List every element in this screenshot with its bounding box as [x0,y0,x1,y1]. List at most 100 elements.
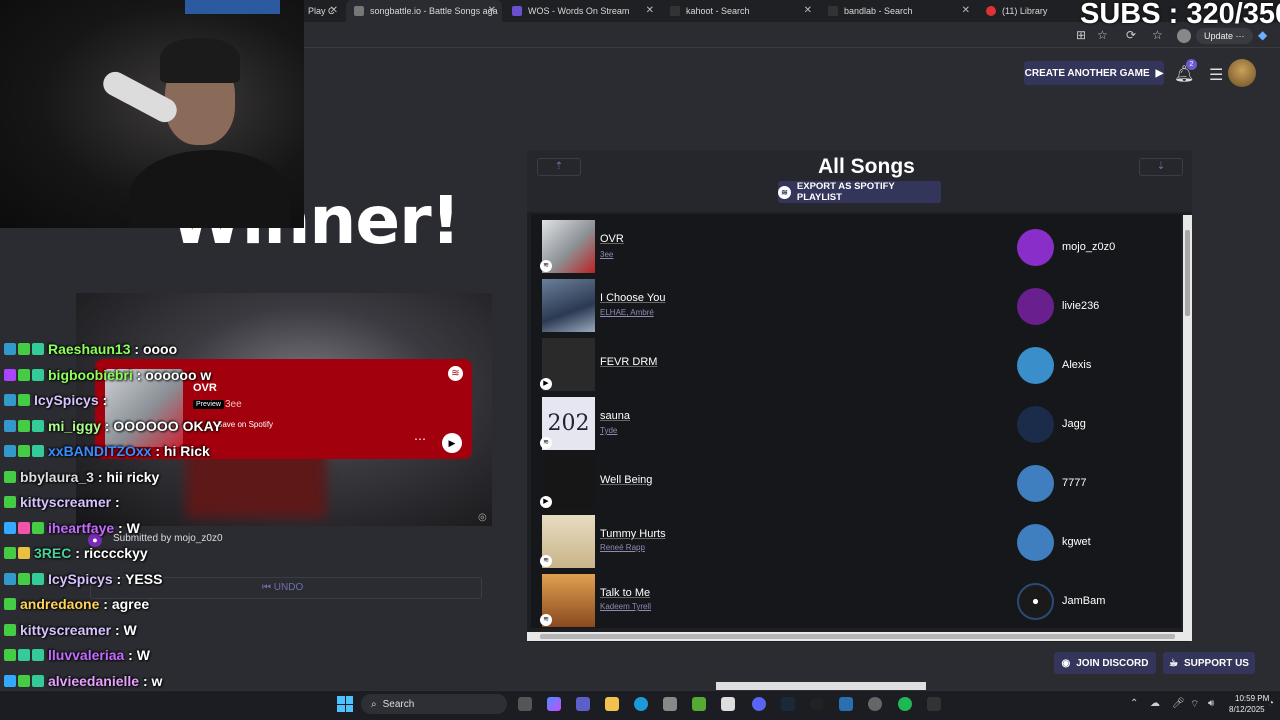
wos-favicon-icon [512,6,522,16]
close-icon[interactable]: ✕ [804,5,812,16]
teams-icon[interactable] [576,697,590,711]
store-icon[interactable] [663,697,677,711]
chat-badges [4,496,16,508]
tab-kahoot[interactable]: kahoot - Search ✕ [662,0,818,22]
discord-icon[interactable] [752,697,766,711]
song-artist[interactable]: Kadeem Tyrell [600,602,651,611]
spotify-icon[interactable] [898,697,912,711]
song-artist[interactable]: Reneé Rapp [600,543,645,552]
minecraft-icon[interactable] [692,697,706,711]
tab-songbattle[interactable]: songbattle.io - Battle Songs aga ✕ [346,0,502,22]
volume-icon[interactable]: 🔊︎ [1208,698,1214,709]
hide-video-icon[interactable]: ◎ [478,512,487,523]
undo-label: ⏮ UNDO [262,582,304,593]
support-us-button[interactable]: ☕︎ SUPPORT US [1163,652,1255,674]
badge-icon [18,419,30,432]
song-row[interactable]: ≋ OVR 3ee mojo_z0z0 [531,214,1181,273]
more-options-icon[interactable]: ⋯ [414,432,426,446]
chevron-up-icon[interactable]: ⌃ [1130,698,1138,709]
settings-icon[interactable] [868,697,882,711]
submitter-name: JamBam [1062,595,1106,607]
user-avatar[interactable] [1228,59,1256,87]
steam-icon[interactable] [781,697,795,711]
copilot-icon[interactable] [547,697,561,711]
chat-username: andredaone [20,596,100,612]
song-artist[interactable]: Tyde [600,426,617,435]
badge-icon [4,368,16,381]
song-artist[interactable]: ELHAE, Ambré [600,308,654,317]
windows-start-icon[interactable] [337,696,353,712]
chat-message: xxBANDITZOxx : hi Rick [4,441,210,461]
chat-message: IcySpicys : [4,390,111,410]
chat-message: iheartfaye : W [4,518,140,538]
join-discord-button[interactable]: ◉ JOIN DISCORD [1054,652,1156,674]
close-icon[interactable]: ✕ [330,5,338,16]
song-name[interactable]: OVR [600,233,624,245]
chat-badges [4,598,16,610]
profile-avatar[interactable] [1177,29,1191,43]
save-on-spotify-link[interactable]: Save on Spotify [217,420,273,429]
headphones-avatar [1017,347,1054,384]
taskbar-search[interactable]: ⌕ Search [361,694,507,714]
app-icon[interactable] [839,697,853,711]
song-row[interactable]: ≋ Tummy Hurts Reneé Rapp kgwet [531,509,1181,568]
spotify-icon[interactable]: ≋ [448,366,463,381]
song-row[interactable]: ▶ Well Being 7777 [531,450,1181,509]
song-name[interactable]: Tummy Hurts [600,528,666,540]
obs-icon[interactable] [810,697,824,711]
close-icon[interactable]: ✕ [962,5,970,16]
songs-list[interactable]: ≋ OVR 3ee mojo_z0z0 ≋ I Choose You ELHAE… [531,214,1181,628]
microphone-icon[interactable]: 🎤︎ [1172,698,1185,709]
song-name[interactable]: Talk to Me [600,587,650,599]
song-name[interactable]: FEVR DRM [600,356,657,368]
edge-icon[interactable] [634,697,648,711]
chat-message: alvieedanielle : w [4,671,162,691]
tab-wos[interactable]: WOS - Words On Stream ✕ [504,0,660,22]
sort-desc-button[interactable]: ⇣ [1139,158,1183,176]
chat-separator: : [111,494,124,510]
song-row[interactable]: 202 ≋ sauna Tyde Jagg [531,391,1181,450]
file-explorer-icon[interactable] [605,697,619,711]
badge-icon [32,343,44,355]
song-name[interactable]: Well Being [600,474,652,486]
chat-separator: : [111,621,124,638]
play-button[interactable]: ▶ [442,433,462,453]
badge-icon [4,445,16,457]
tab-play[interactable]: Play C ✕ [300,0,344,22]
chat-separator: : [100,417,114,434]
photos-icon[interactable] [721,697,735,711]
songs-horizontal-thumb[interactable] [540,634,1175,639]
song-name[interactable]: I Choose You [600,292,665,304]
support-label: SUPPORT US [1183,657,1249,669]
cloud-icon[interactable]: ☁︎ [1150,698,1160,709]
song-name[interactable]: sauna [600,410,630,422]
tab-library[interactable]: (11) Library [978,0,1078,22]
create-another-game-button[interactable]: CREATE ANOTHER GAME ▶ [1024,61,1164,85]
keyboard-avatar [1017,465,1054,502]
clock-date[interactable]: 8/12/2025 [1229,705,1265,714]
chat-badges [4,649,44,661]
badge-icon [18,547,30,559]
embed-artist[interactable]: 3ee [225,399,242,410]
song-row[interactable]: ≋ Talk to Me Kadeem Tyrell JamBam [531,568,1181,627]
close-icon[interactable]: ✕ [488,5,496,16]
sort-asc-button[interactable]: ⇡ [537,158,581,176]
network-icon[interactable]: ⌔ [1190,698,1199,711]
clock-time[interactable]: 10:59 PM [1235,694,1269,703]
4k-app-icon[interactable] [927,697,941,711]
tab-bandlab[interactable]: bandlab - Search ✕ [820,0,976,22]
song-row[interactable]: ≋ I Choose You ELHAE, Ambré livie236 [531,273,1181,390]
badge-icon [18,394,30,406]
task-view-icon[interactable] [518,697,532,711]
chat-username: IcySpicys [48,570,113,587]
search-favicon-icon [670,6,680,16]
chat-text: YESS [125,570,163,587]
close-icon[interactable]: ✕ [646,5,654,16]
notification-bell-icon[interactable]: ◔ [1268,698,1274,709]
search-favicon-icon [828,6,838,16]
song-artist[interactable]: 3ee [600,250,613,259]
songs-scroll-thumb[interactable] [1185,230,1190,316]
song-row[interactable]: ▶ FEVR DRM Alexis [531,332,1181,391]
menu-icon[interactable]: ☰ [1209,65,1223,85]
export-spotify-button[interactable]: ≋ EXPORT AS SPOTIFY PLAYLIST [778,181,941,203]
